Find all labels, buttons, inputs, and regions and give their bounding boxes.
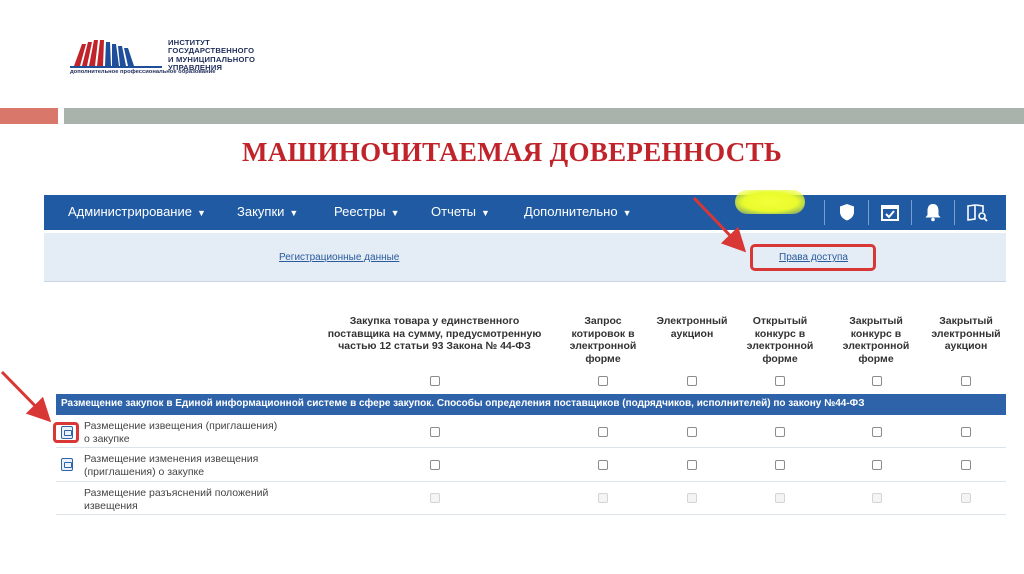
permission-checkbox[interactable] <box>961 427 971 437</box>
permission-checkbox[interactable] <box>775 460 785 470</box>
column-header-open-tender: Открытый конкурс в электронной форме <box>746 315 814 365</box>
document-sign-icon[interactable] <box>61 458 73 471</box>
permission-checkbox[interactable] <box>775 427 785 437</box>
row-label-notice-change: Размещение изменения извещения (приглаше… <box>84 453 259 478</box>
section-title: Размещение закупок в Единой информационн… <box>61 398 865 409</box>
permission-checkbox-disabled <box>598 493 608 503</box>
permission-checkbox[interactable] <box>872 460 882 470</box>
permission-checkbox-disabled <box>687 493 697 503</box>
permission-checkbox[interactable] <box>961 460 971 470</box>
section-header: Размещение закупок в Единой информационн… <box>56 394 1006 415</box>
arrow-to-row-icon <box>0 370 52 423</box>
row-divider <box>56 481 1006 482</box>
row-label-clarifications: Размещение разъяснений положений извещен… <box>84 487 269 512</box>
column-header-closed-auction: Закрытый электронный аукцион <box>931 315 1001 352</box>
permission-checkbox[interactable] <box>687 427 697 437</box>
row-divider <box>56 514 1006 515</box>
select-all-checkbox[interactable] <box>775 376 785 386</box>
column-header-electronic-auction: Электронный аукцион <box>656 315 728 340</box>
column-header-closed-tender: Закрытый конкурс в электронной форме <box>842 315 910 365</box>
select-all-checkbox[interactable] <box>872 376 882 386</box>
permission-checkbox-disabled <box>961 493 971 503</box>
permission-checkbox[interactable] <box>430 460 440 470</box>
row-label-notice-posting: Размещение извещения (приглашения) о зак… <box>84 420 278 445</box>
permission-checkbox[interactable] <box>598 460 608 470</box>
select-all-checkbox[interactable] <box>598 376 608 386</box>
permission-checkbox[interactable] <box>598 427 608 437</box>
permission-checkbox-disabled <box>430 493 440 503</box>
arrow-to-access-rights <box>692 196 747 253</box>
permission-checkbox[interactable] <box>687 460 697 470</box>
select-all-checkbox[interactable] <box>687 376 697 386</box>
row-divider <box>56 447 1006 448</box>
select-all-checkbox[interactable] <box>961 376 971 386</box>
permission-checkbox-disabled <box>872 493 882 503</box>
permission-checkbox-disabled <box>775 493 785 503</box>
permission-checkbox[interactable] <box>430 427 440 437</box>
permission-checkbox[interactable] <box>872 427 882 437</box>
select-all-checkbox[interactable] <box>430 376 440 386</box>
column-header-single-supplier: Закупка товара у единственного поставщик… <box>327 315 542 352</box>
row-icon-highlight-box <box>53 422 79 443</box>
column-header-quotation-request: Запрос котировок в электронной форме <box>569 315 637 365</box>
